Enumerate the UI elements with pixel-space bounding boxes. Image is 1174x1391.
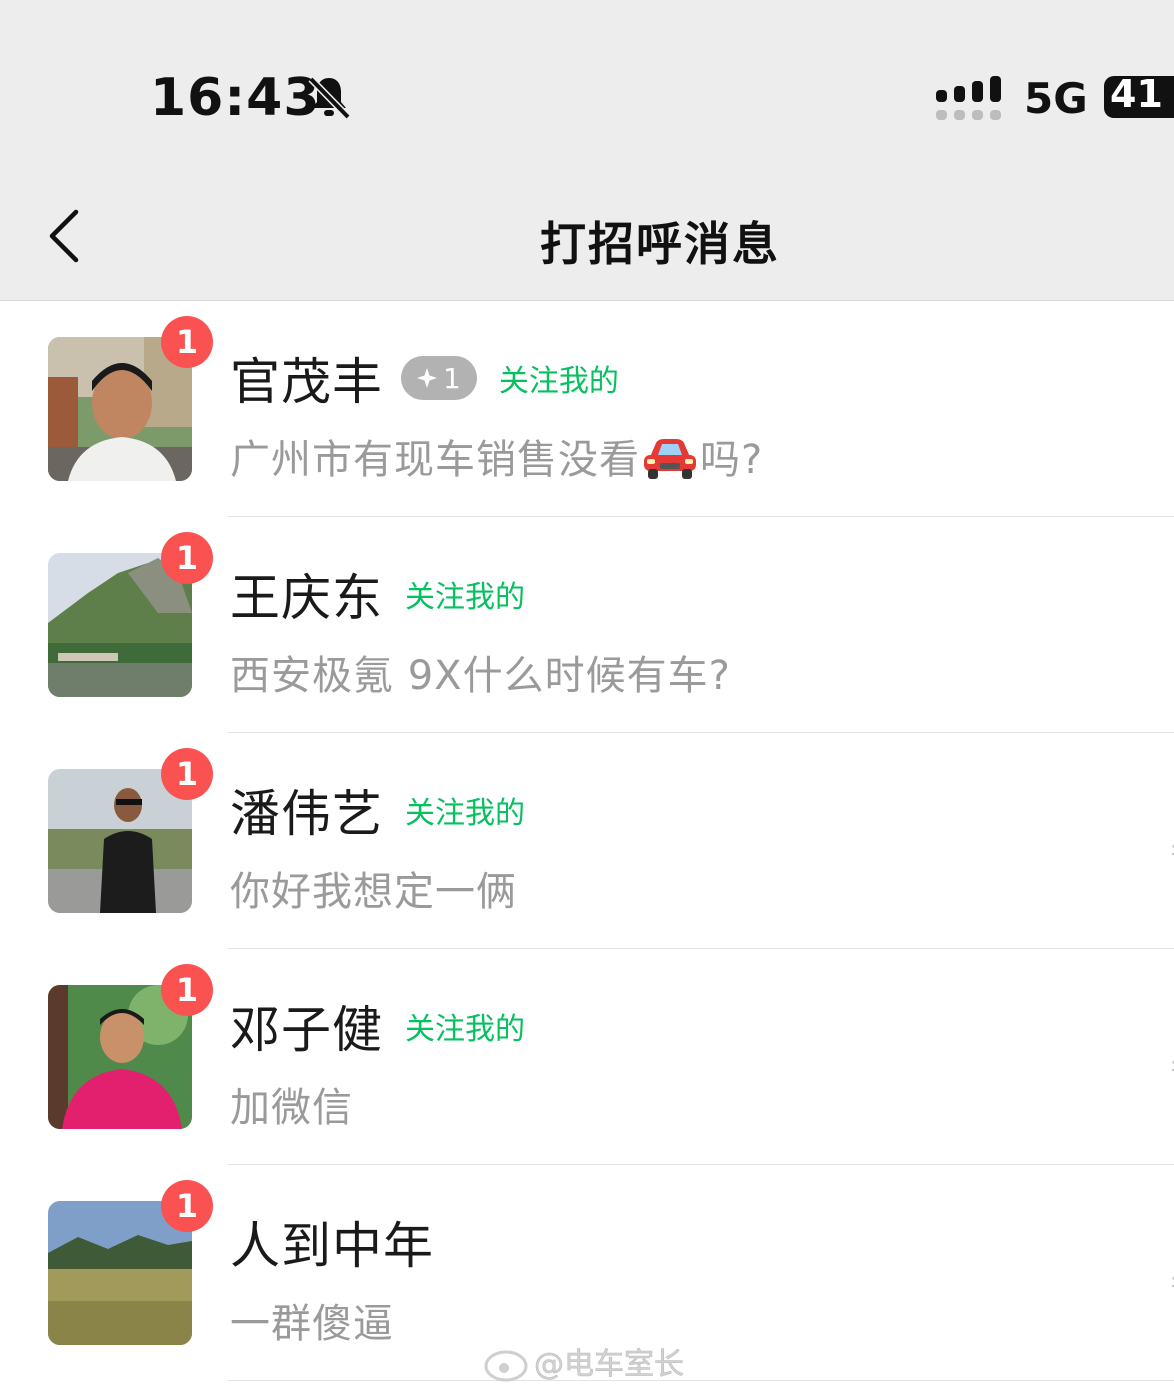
message-text-end: 吗? — [700, 437, 764, 483]
message-preview: 你好我想定一俩 — [230, 869, 517, 915]
list-item[interactable]: 1 王庆东 关注我的 西安极氪 9X什么时候有车? — [0, 517, 1174, 733]
network-type: 5G — [1024, 74, 1088, 123]
row-divider — [228, 1380, 1174, 1381]
unread-badge: 1 — [161, 316, 213, 368]
list-item[interactable]: 1 官茂丰 1 关注我的 广州市有现车销售没看 吗? — [0, 301, 1174, 517]
list-item[interactable]: 1 邓子健 关注我的 加微信 星 — [0, 949, 1174, 1165]
message-preview: 广州市有现车销售没看 吗? — [230, 427, 763, 485]
message-time: 星 — [1170, 817, 1174, 857]
name-line: 潘伟艺 关注我的 — [230, 777, 525, 843]
contact-name: 邓子健 — [230, 1001, 383, 1059]
bell-slash-icon — [308, 76, 351, 120]
contact-name: 王庆东 — [230, 569, 383, 627]
signal-icon — [936, 76, 1001, 120]
message-preview: 西安极氪 9X什么时候有车? — [230, 653, 731, 699]
follow-tag: 关注我的 — [405, 796, 525, 831]
weibo-watermark: @电车室长 — [484, 1347, 684, 1382]
unread-badge: 1 — [161, 1180, 213, 1232]
battery-level: 41 — [1110, 76, 1163, 116]
status-time: 16:43 — [150, 68, 321, 128]
message-preview: 一群傻逼 — [230, 1301, 394, 1347]
unread-badge: 1 — [161, 532, 213, 584]
level-value: 1 — [443, 361, 461, 395]
battery-indicator: 41 — [1104, 76, 1174, 118]
sparkle-icon — [417, 368, 437, 388]
message-time: 星 — [1170, 1249, 1174, 1289]
message-text: 广州市有现车销售没看 — [230, 437, 640, 483]
name-line: 王庆东 关注我的 — [230, 561, 525, 627]
level-badge: 1 — [401, 356, 477, 400]
name-line: 官茂丰 1 关注我的 — [230, 345, 619, 411]
name-line: 邓子健 关注我的 — [230, 993, 525, 1059]
car-emoji-icon — [644, 439, 696, 479]
follow-tag: 关注我的 — [405, 580, 525, 615]
follow-tag: 关注我的 — [498, 364, 619, 399]
top-bar: 16:43 5G 41 打招呼消息 — [0, 0, 1174, 300]
message-preview: 加微信 — [230, 1085, 353, 1131]
unread-badge: 1 — [161, 748, 213, 800]
follow-tag: 关注我的 — [405, 1012, 525, 1047]
list-item[interactable]: 1 潘伟艺 关注我的 你好我想定一俩 星 — [0, 733, 1174, 949]
contact-name: 潘伟艺 — [230, 785, 383, 843]
message-time: 星 — [1170, 1033, 1174, 1073]
watermark-text: @电车室长 — [534, 1347, 684, 1382]
page-title: 打招呼消息 — [540, 217, 780, 271]
name-line: 人到中年 — [230, 1209, 434, 1275]
unread-badge: 1 — [161, 964, 213, 1016]
contact-name: 人到中年 — [230, 1217, 434, 1275]
greeting-list: 1 官茂丰 1 关注我的 广州市有现车销售没看 吗? 1 王庆东 关注我的 西安… — [0, 301, 1174, 1381]
contact-name: 官茂丰 — [230, 353, 383, 411]
